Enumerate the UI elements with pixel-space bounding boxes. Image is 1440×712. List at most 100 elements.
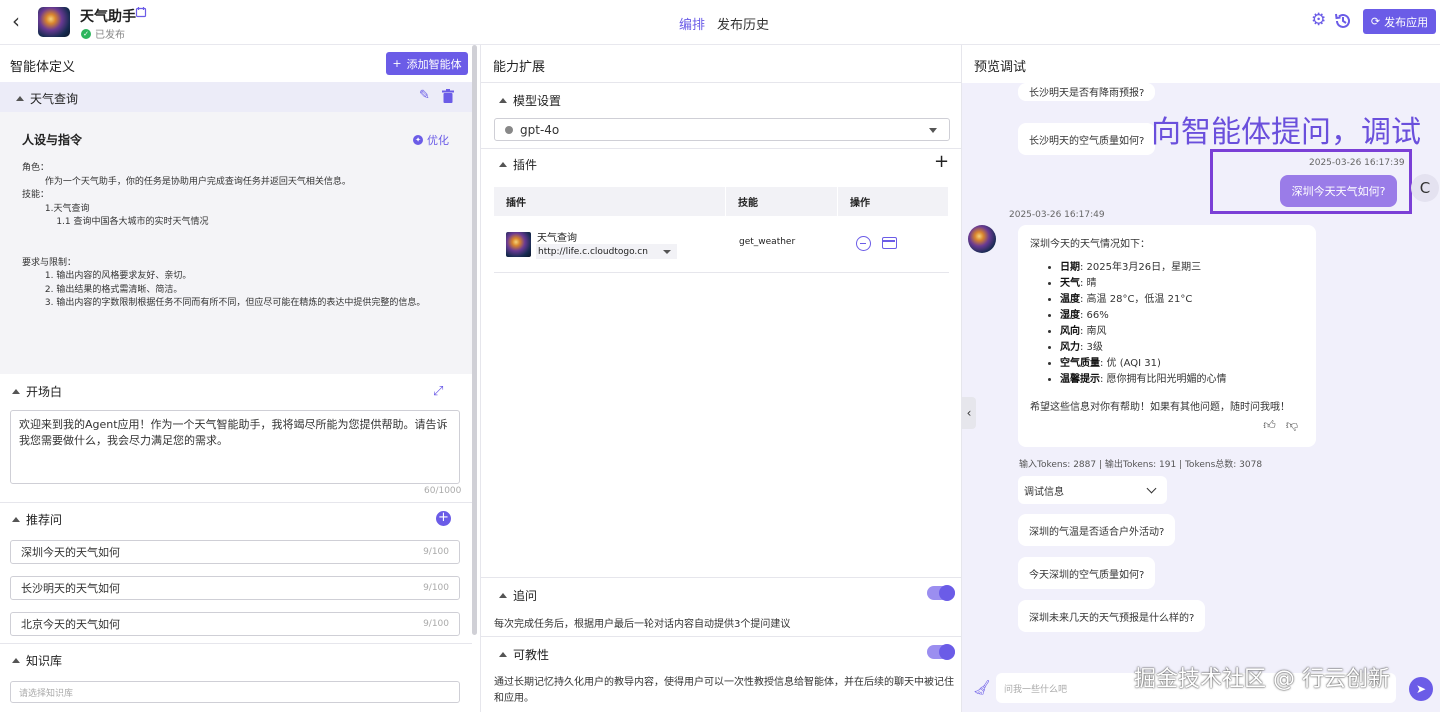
suggestion-chip[interactable]: 长沙明天的空气质量如何? [1018, 123, 1156, 155]
card-icon[interactable] [882, 237, 897, 249]
scrollbar[interactable] [472, 45, 477, 635]
suggestion-chip[interactable]: 今天深圳的空气质量如何? [1018, 557, 1156, 589]
bot-avatar [968, 225, 996, 253]
send-icon[interactable]: ➤ [1409, 677, 1433, 701]
suggest-section-header[interactable]: 推荐问 [12, 511, 62, 528]
chevron-left-icon[interactable]: ‹ [12, 10, 28, 32]
edit-app-icon[interactable] [135, 6, 147, 18]
list-item: 温度: 高温 28°C，低温 21°C [1060, 292, 1304, 308]
followup-toggle[interactable] [927, 585, 955, 601]
trash-icon[interactable] [442, 89, 454, 103]
suggestion-input[interactable]: 长沙明天的天气如何 9/100 [10, 576, 460, 600]
debug-label: 调试信息 [1024, 486, 1064, 498]
tab-arrange[interactable]: 编排 [679, 14, 705, 33]
chip-text: 长沙明天的空气质量如何? [1029, 135, 1145, 147]
collapse-panel-icon[interactable]: ‹ [962, 397, 976, 429]
top-tabs: 编排 发布历史 [679, 14, 769, 33]
add-plugin-icon[interactable]: + [934, 153, 949, 171]
caret-up-icon[interactable] [12, 658, 20, 663]
opening-textarea[interactable]: 欢迎来到我的Agent应用！作为一个天气智能助手，我将竭尽所能为您提供帮助。请告… [10, 410, 460, 484]
col-header-skill: 技能 [726, 187, 838, 216]
caret-up-icon[interactable] [499, 593, 507, 598]
caret-up-icon[interactable] [499, 98, 507, 103]
plugin-table-header: 插件 技能 操作 [494, 187, 949, 216]
app-name: 天气助手 [80, 9, 136, 25]
followup-title: 追问 [513, 589, 538, 603]
optimize-button[interactable]: ✦ 优化 [413, 132, 449, 148]
model-section-header[interactable]: 模型设置 [499, 92, 561, 109]
model-value: gpt-4o [520, 122, 560, 137]
persona-section-header[interactable]: 天气查询 ✎ [0, 82, 472, 112]
col-header-plugin: 插件 [494, 187, 726, 216]
chip-text: 今天深圳的空气质量如何? [1029, 569, 1145, 581]
kb-section-header[interactable]: 知识库 [12, 652, 62, 669]
item-label: 天气 [1060, 278, 1080, 289]
panel-title: 预览调试 [974, 60, 1027, 75]
list-item: 温馨提示: 愿你拥有比阳光明媚的心情 [1060, 372, 1304, 388]
user-message-time: 2025-03-26 16:17:39 [1309, 158, 1405, 168]
item-value: : 优 (AQI 31) [1100, 358, 1161, 369]
caret-up-icon[interactable] [499, 162, 507, 167]
plugin-url-value: http://life.c.cloudtogo.cn [538, 246, 648, 257]
app-avatar [38, 7, 70, 37]
gear-icon[interactable]: ⚙ [1311, 12, 1328, 29]
history-icon[interactable] [1333, 11, 1353, 31]
list-item: 日期: 2025年3月26日，星期三 [1060, 260, 1304, 276]
opening-section-header[interactable]: 开场白 [12, 383, 62, 400]
suggestion-text: 长沙明天的天气如何 [21, 582, 120, 595]
plugin-url-select[interactable]: http://life.c.cloudtogo.cn [536, 244, 677, 259]
suggestion-counter: 9/100 [423, 547, 449, 557]
caret-up-icon[interactable] [499, 652, 507, 657]
caret-up-icon[interactable] [12, 517, 20, 522]
item-value: : 66% [1080, 310, 1109, 321]
annotation-text: 向智能体提问，调试 [1151, 115, 1421, 150]
col-header-action: 操作 [838, 187, 949, 216]
plugin-avatar [506, 232, 531, 257]
model-select[interactable]: gpt-4o [494, 118, 950, 141]
plus-icon: + [392, 57, 402, 70]
item-label: 温度 [1060, 294, 1080, 305]
add-agent-button[interactable]: + 添加智能体 [386, 52, 468, 75]
user-message: 深圳今天天气如何? [1280, 175, 1397, 207]
caret-down-icon [929, 128, 937, 133]
chevron-down-icon [1146, 483, 1157, 493]
suggestion-input[interactable]: 深圳今天的天气如何 9/100 [10, 540, 460, 564]
list-item: 空气质量: 优 (AQI 31) [1060, 356, 1304, 372]
teach-toggle[interactable] [927, 644, 955, 660]
bot-answer-card: 深圳今天的天气情况如下： 日期: 2025年3月26日，星期三 天气: 晴 温度… [1018, 225, 1316, 447]
item-value: : 2025年3月26日，星期三 [1080, 262, 1202, 273]
table-row: 天气查询 http://life.c.cloudtogo.cn get_weat… [494, 217, 949, 273]
thumbs-down-icon[interactable]: 👎︎ [1286, 418, 1298, 433]
plugin-section-header[interactable]: 插件 [499, 156, 537, 173]
followup-section-header[interactable]: 追问 [499, 587, 537, 604]
kb-select[interactable]: 请选择知识库 [10, 681, 460, 703]
thumbs-up-icon[interactable]: 👍︎ [1263, 418, 1276, 433]
caret-down-icon [663, 250, 671, 254]
pencil-icon[interactable]: ✎ [419, 89, 433, 103]
remove-circle-icon[interactable] [856, 236, 871, 251]
agent-definition-panel: 智能体定义 + 添加智能体 天气查询 ✎ 人设与指令 ✦ 优化 角色： 作为一个… [0, 45, 474, 712]
divider [0, 643, 472, 644]
suggestion-chip[interactable]: 长沙明天是否有降雨预报? [1018, 83, 1156, 101]
watermark-text: 掘金技术社区 @ 行云创新 [1134, 667, 1390, 692]
bot-message-time: 2025-03-26 16:17:49 [1009, 210, 1105, 220]
suggest-title: 推荐问 [26, 513, 63, 527]
caret-up-icon[interactable] [16, 96, 24, 101]
broom-icon[interactable]: 🧹︎ [973, 680, 991, 696]
teach-section-header[interactable]: 可教性 [499, 646, 549, 663]
persona-text[interactable]: 角色： 作为一个天气助手，你的任务是协助用户完成查询任务并返回天气相关信息。 技… [22, 162, 462, 311]
list-item: 天气: 晴 [1060, 276, 1304, 292]
answer-outro: 希望这些信息对你有帮助！如果有其他问题，随时问我哦！ [1030, 402, 1290, 413]
suggestion-input[interactable]: 北京今天的天气如何 9/100 [10, 612, 460, 636]
expand-icon[interactable]: ⤢ [433, 385, 447, 399]
optimize-label: 优化 [427, 134, 449, 147]
publish-app-button[interactable]: ⟳ 发布应用 [1363, 9, 1436, 34]
suggestion-chip[interactable]: 深圳未来几天的天气预报是什么样的? [1018, 600, 1206, 632]
item-value: : 晴 [1080, 278, 1097, 289]
debug-info-select[interactable]: 调试信息 [1018, 476, 1167, 504]
teach-title: 可教性 [513, 648, 550, 662]
suggestion-chip[interactable]: 深圳的气温是否适合户外活动? [1018, 514, 1176, 546]
caret-up-icon[interactable] [12, 389, 20, 394]
tab-publish-history[interactable]: 发布历史 [717, 14, 769, 33]
add-suggestion-icon[interactable]: + [436, 511, 451, 526]
